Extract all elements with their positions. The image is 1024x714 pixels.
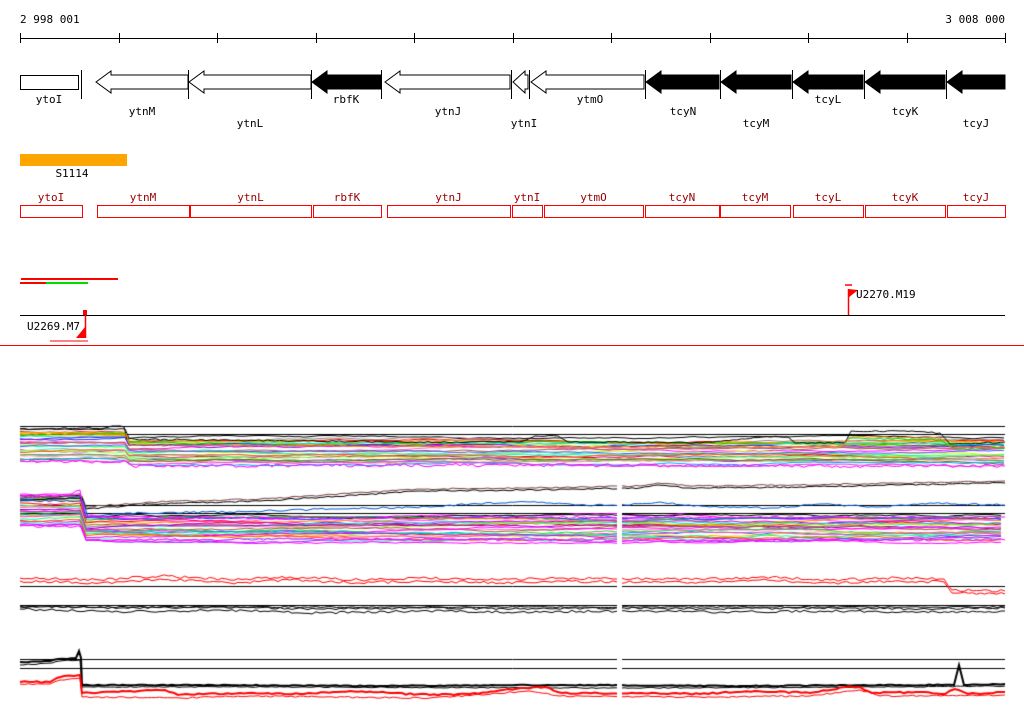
genome-browser-window: 2 998 001 3 008 000 ytoI ytnM ytnL rbfK ytnJ… xyxy=(0,0,1024,714)
expression-profile-plot xyxy=(0,0,1024,714)
